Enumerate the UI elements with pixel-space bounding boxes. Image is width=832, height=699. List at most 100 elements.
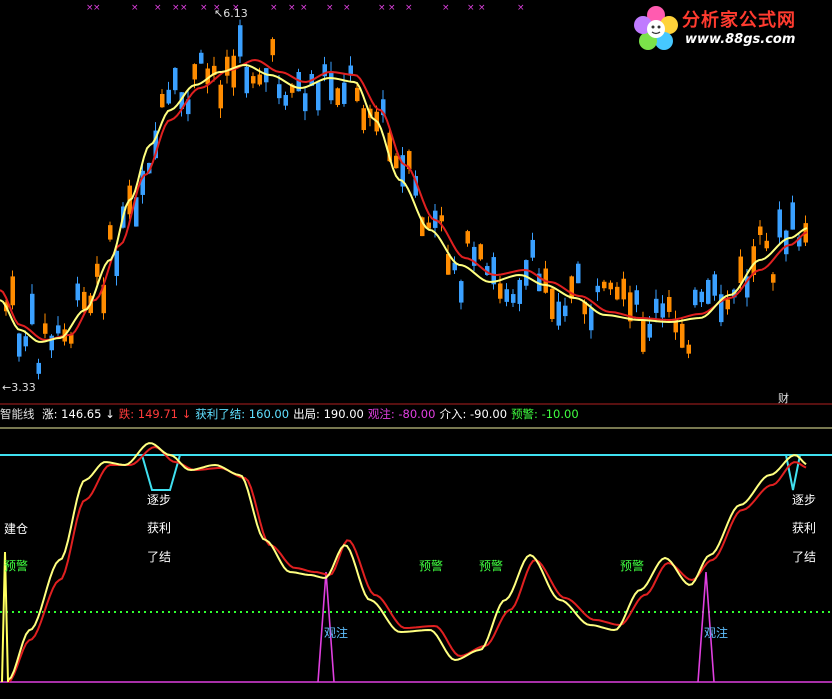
candle-body [667,296,672,312]
candle-body [524,260,529,286]
close-label-1: 了结 [147,550,171,564]
watermark-title: 分析家公式网 [682,10,796,31]
candle-body [394,155,399,169]
candle-body [511,294,516,303]
indicator-value-2: 获利了结: 160.00 [195,407,290,421]
candle-body [738,256,743,284]
candle-body [602,281,607,289]
candle-body [634,290,639,305]
indicator-value-4: 观注: -80.00 [367,407,436,421]
signal-x-marks: × × × × × × × × × × × × × × × × × × × × × [86,3,525,13]
candle-body [199,52,204,64]
signal-x-mark: × [200,3,208,13]
candle-body [498,283,503,299]
cai-badge: 财 [778,391,789,405]
candle-body [355,87,360,102]
signal-x-mark: × [180,3,188,13]
candle-body [439,215,444,222]
signal-x-mark: × [326,3,334,13]
profit-label-1: 获利 [147,521,171,535]
watch-spikes [317,571,715,683]
candle-body [706,279,711,304]
candle-body [771,274,776,283]
candle-body [238,25,243,57]
warn-label-3: 预警 [479,558,503,573]
candle-body [790,202,795,230]
warn-label-1: 预警 [4,558,28,573]
signal-x-mark: × [343,3,351,13]
low-price-label: ←3.33 [2,381,36,394]
candle-body [504,289,509,302]
candle-body [108,225,113,240]
candle-body [647,323,652,338]
candle-body [303,93,308,112]
candle-body [758,226,763,236]
signal-x-mark: × [172,3,180,13]
signal-x-mark: × [154,3,162,13]
candle-body [160,93,165,108]
candle-body [589,307,594,331]
candle-body [699,291,704,303]
indicator-value-0: 涨: 146.65 ↓ [42,407,115,421]
candle-body [251,76,256,84]
candle-body [173,67,178,91]
signal-x-mark: × [378,3,386,13]
candle-body [764,240,769,249]
candlesticks [4,19,808,380]
candle-body [277,84,282,99]
chart-canvas: × × × × × × × × × × × × × × × × × × × × × ↖6.13 ←3.33 财 建仓 预… [0,3,832,683]
watch-label-2: 观注 [704,625,728,640]
flower-logo-icon [634,6,678,50]
candle-body [114,250,119,276]
indicator-value-6: 预警: -10.00 [511,407,579,421]
signal-x-mark: × [442,3,450,13]
candle-body [595,285,600,293]
candle-body [563,305,568,317]
signal-x-mark: × [300,3,308,13]
candle-body [725,299,730,310]
candle-body [30,293,35,325]
indicator-value-1: 跌: 149.71 ↓ [118,407,192,421]
candle-body [654,298,659,313]
candle-body [576,263,581,284]
candle-body [465,231,470,244]
candle-body [225,56,230,76]
candle-body [556,301,561,326]
signal-x-mark: × [131,3,139,13]
candle-body [621,278,626,300]
candle-body [615,286,620,300]
candle-body [491,257,496,285]
candle-body [43,323,48,334]
close-label-2: 了结 [792,550,816,564]
candle-body [517,279,522,304]
signal-x-mark: × [517,3,525,13]
candle-body [316,82,321,111]
indicator-value-3: 出局: 190.00 [293,407,364,421]
step-label-2: 逐步 [792,493,816,507]
signal-x-mark: × [405,3,413,13]
fall-line [7,445,807,683]
candle-body [56,325,61,334]
rise-line [7,442,807,681]
candle-body [335,88,340,106]
candle-body [342,82,347,104]
slow-moving-average-line [0,58,808,342]
high-price-label: ↖6.13 [214,7,248,20]
price-pane: × × × × × × × × × × × × × × × × × × × × × ↖6.13 ←3.33 财 [0,3,808,405]
candle-body [712,274,717,296]
candle-body [478,244,483,260]
indicator-value-5: 介入: -90.00 [439,407,508,421]
candle-body [192,64,197,80]
candle-body [36,362,41,374]
candle-body [680,323,685,348]
fast-moving-average-line [0,63,808,343]
signal-x-mark: × [467,3,475,13]
candle-body [361,108,366,131]
candle-body [777,209,782,238]
candle-body [257,74,262,85]
candle-body [10,276,15,306]
step-label-1: 逐步 [147,493,171,507]
candle-body [784,230,789,255]
candle-body [660,303,665,318]
candle-body [459,281,464,303]
